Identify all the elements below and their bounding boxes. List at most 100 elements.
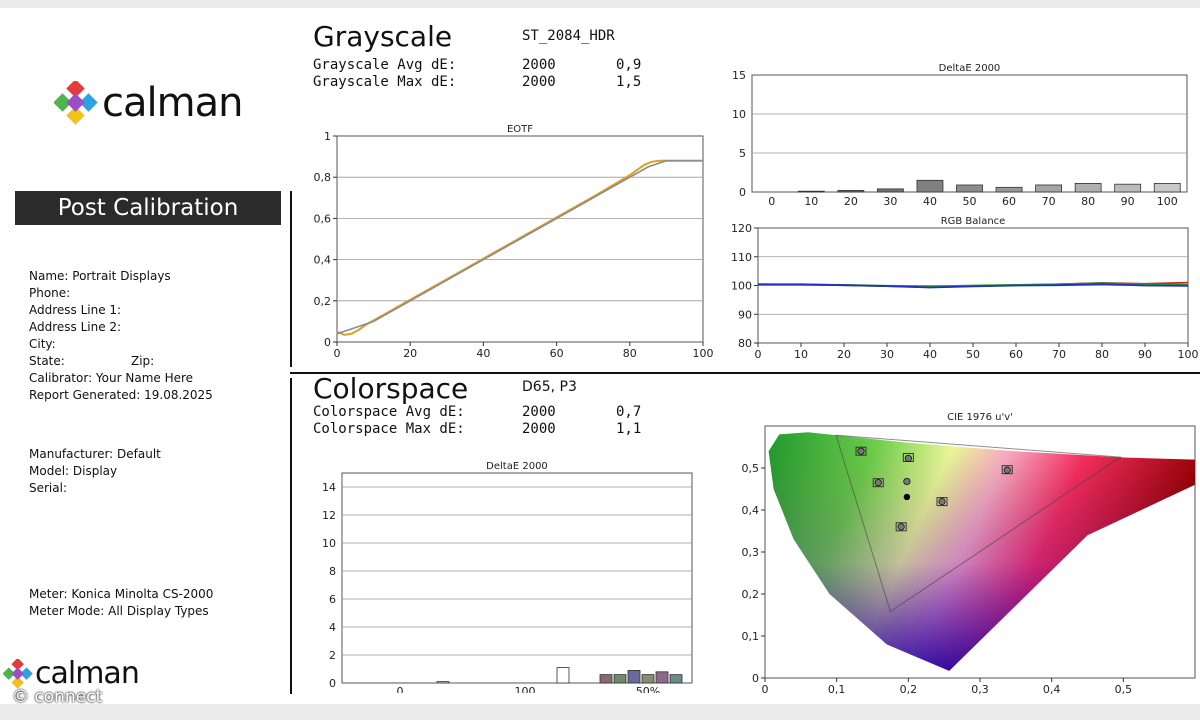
cie-measured-point <box>904 454 912 462</box>
rgb-ytick-label: 110 <box>731 251 752 264</box>
csde-bar <box>613 674 627 684</box>
rgb-ytick-label: 90 <box>738 308 752 321</box>
csde-xtick-label: 50% <box>636 685 660 693</box>
csde-ytick-label: 2 <box>329 649 336 662</box>
cie-measured-point <box>938 498 946 506</box>
colorspace-avg-label: Colorspace Avg dE: <box>313 404 465 420</box>
footer-logo-icon <box>3 658 33 689</box>
csde-title: DeltaE 2000 <box>486 461 548 472</box>
gsde-xtick-label: 30 <box>883 195 897 206</box>
cie-measured-point <box>1003 466 1011 474</box>
gsde-bar <box>1035 184 1062 193</box>
footer-logo-wordmark: calman <box>35 656 140 691</box>
rgb-ytick-label: 120 <box>731 222 752 235</box>
gsde-bar <box>797 190 825 193</box>
colorspace-avg-value: 0,7 <box>616 404 642 420</box>
info-model: Model: Display <box>29 464 118 478</box>
cie-measured-point <box>857 447 865 455</box>
logo-wordmark: calman <box>102 80 243 126</box>
eotf-xtick-label: 100 <box>693 347 714 360</box>
eotf-title: EOTF <box>507 124 533 135</box>
gsde-plot-frame <box>751 74 1188 193</box>
rgb-xtick-label: 20 <box>837 348 851 359</box>
colorspace-max-value: 1,1 <box>616 421 642 437</box>
rgb-xtick-label: 90 <box>1138 348 1152 359</box>
eotf-ytick-label: 0,4 <box>314 254 332 267</box>
rgb-title: RGB Balance <box>941 216 1006 227</box>
info-meter: Meter: Konica Minolta CS-2000 <box>29 587 214 601</box>
gsde-xtick-label: 80 <box>1081 195 1095 206</box>
footer-calman-logo: calman <box>3 656 140 691</box>
csde-bar <box>641 674 655 684</box>
csde-plot-frame <box>341 472 693 684</box>
grayscale-title: Grayscale <box>313 20 453 53</box>
rgb-balance-chart: RGB Balance 80 90 100 110 120 0 10 20 30 40 50 60 70 8… <box>731 216 1199 359</box>
divider-vertical-top <box>290 191 292 367</box>
gsde-ytick-label: 15 <box>732 69 746 82</box>
post-calibration-banner: Post Calibration <box>15 191 281 225</box>
csde-xtick-label: 100 <box>515 685 536 693</box>
grayscale-mode: ST_2084_HDR <box>522 28 615 44</box>
colorspace-target: D65, P3 <box>522 379 577 395</box>
gsde-xtick-label: 60 <box>1002 195 1016 206</box>
gsde-bar <box>1074 183 1102 193</box>
cie-xtick-label: 0,3 <box>971 683 989 696</box>
colorspace-avg-std: 2000 <box>522 404 556 420</box>
cie-measured-point <box>903 477 911 486</box>
grayscale-max-label: Grayscale Max dE: <box>313 74 457 90</box>
rgb-xtick-label: 40 <box>923 348 937 359</box>
info-state: State: <box>29 354 65 368</box>
gsde-xtick-label: 40 <box>923 195 937 206</box>
eotf-ytick-label: 0 <box>324 336 331 349</box>
gsde-xtick-label: 0 <box>768 195 775 206</box>
rgb-xtick-label: 70 <box>1052 348 1066 359</box>
eotf-ytick-label: 0,8 <box>314 171 332 184</box>
grayscale-deltae-chart: DeltaE 2000 0 5 10 15 0 10 20 30 40 50 60 70 80 90 100 <box>732 63 1188 206</box>
gsde-xtick-label: 10 <box>804 195 818 206</box>
rgb-xtick-label: 80 <box>1095 348 1109 359</box>
eotf-xtick-label: 40 <box>476 347 490 360</box>
gsde-title: DeltaE 2000 <box>939 63 1001 74</box>
colorspace-max-label: Colorspace Max dE: <box>313 421 465 437</box>
rgb-xtick-label: 0 <box>755 348 762 359</box>
rgb-xtick-label: 30 <box>880 348 894 359</box>
csde-ytick-label: 14 <box>322 481 336 494</box>
divider-vertical-bottom <box>290 378 292 694</box>
info-calibrator: Calibrator: Your Name Here <box>29 371 194 385</box>
csde-ytick-label: 4 <box>329 621 336 634</box>
gsde-bar <box>877 188 904 193</box>
gsde-bar <box>916 179 944 193</box>
gsde-ytick-label: 5 <box>739 147 746 160</box>
info-address2: Address Line 2: <box>29 320 122 334</box>
info-meter-mode: Meter Mode: All Display Types <box>29 604 209 618</box>
gsde-xtick-label: 20 <box>844 195 858 206</box>
csde-ytick-label: 10 <box>322 537 336 550</box>
cie-ytick-label: 0 <box>752 672 759 685</box>
cie-ytick-label: 0,4 <box>742 504 760 517</box>
info-phone: Phone: <box>29 286 71 300</box>
colorspace-max-std: 2000 <box>522 421 556 437</box>
cie-xtick-label: 0,1 <box>828 683 846 696</box>
rgb-ytick-label: 100 <box>731 280 752 293</box>
cie-ytick-label: 0,3 <box>742 546 760 559</box>
csde-bar <box>669 674 683 684</box>
cie-xtick-label: 0,5 <box>1115 683 1133 696</box>
eotf-ytick-label: 0,6 <box>314 212 332 225</box>
csde-xtick-label: 0 <box>397 685 404 693</box>
calibration-report: calman Post Calibration Name: Portrait D… <box>0 8 1200 704</box>
eotf-ytick-label: 1 <box>324 130 331 143</box>
colorspace-deltae-chart: DeltaE 2000 0 2 4 6 8 10 12 14 0 100 50% <box>322 461 693 693</box>
grayscale-max-std: 2000 <box>522 74 556 90</box>
gsde-ytick-label: 0 <box>739 186 746 199</box>
info-address1: Address Line 1: <box>29 303 122 317</box>
info-name: Name: Portrait Displays <box>29 269 171 283</box>
eotf-ytick-label: 0,2 <box>314 295 332 308</box>
cie-xtick-label: 0 <box>762 683 769 696</box>
gsde-xtick-label: 90 <box>1121 195 1135 206</box>
eotf-chart: EOTF 0 0,2 0,4 0,6 0,8 1 0 20 40 60 80 100 <box>314 124 714 360</box>
info-report-generated: Report Generated: 19.08.2025 <box>29 388 213 402</box>
csde-ytick-label: 12 <box>322 509 336 522</box>
csde-ytick-label: 0 <box>329 677 336 690</box>
gsde-xtick-label: 100 <box>1157 195 1178 206</box>
gsde-bar <box>837 190 865 193</box>
